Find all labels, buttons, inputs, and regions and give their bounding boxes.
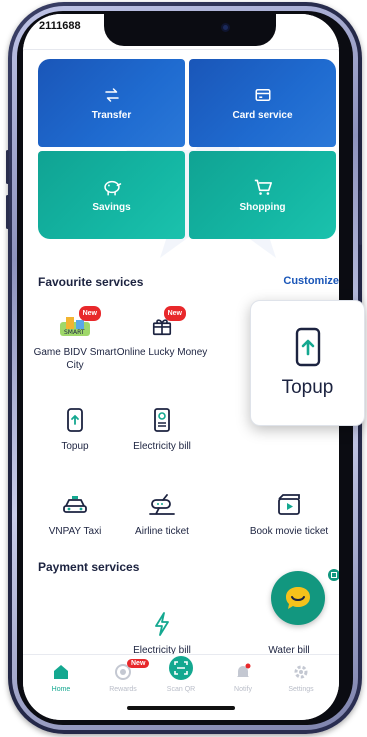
power-button — [359, 190, 362, 245]
service-lucky-money[interactable]: New Online Lucky Money — [112, 306, 212, 359]
nav-settings[interactable]: Settings — [271, 661, 331, 693]
service-label: VNPAY Taxi — [48, 526, 102, 537]
transfer-label: Transfer — [91, 109, 132, 121]
topup-highlight-card[interactable]: Topup — [250, 300, 365, 426]
rewards-icon: New — [93, 659, 153, 683]
smart-city-icon: SMART New — [25, 306, 125, 342]
savings-tile[interactable]: Savings — [38, 151, 185, 239]
chat-support-button[interactable] — [271, 571, 325, 625]
service-game-bidv[interactable]: SMART New Game BIDV Smart City — [25, 306, 125, 372]
nav-home[interactable]: Home — [31, 661, 91, 693]
bell-icon — [213, 661, 273, 683]
account-number: 2111688 — [39, 20, 81, 32]
volume-up-button — [6, 150, 9, 184]
volume-down-button — [6, 195, 9, 229]
svg-text:SMART: SMART — [64, 329, 85, 336]
home-indicator — [127, 706, 235, 710]
card-service-label: Card service — [232, 109, 293, 121]
transfer-tile[interactable]: Transfer — [38, 59, 185, 147]
service-movie[interactable]: Book movie ticket — [239, 489, 339, 538]
service-taxi[interactable]: VNPAY Taxi — [25, 489, 125, 538]
nav-scan-qr[interactable]: Scan QR — [151, 653, 211, 693]
nav-settings-label: Settings — [288, 686, 314, 693]
nav-scan-label: Scan QR — [166, 686, 196, 693]
gear-icon — [271, 661, 331, 683]
card-icon — [255, 88, 270, 101]
home-icon — [31, 661, 91, 683]
airplane-icon — [112, 489, 212, 521]
phone-notch — [104, 14, 276, 46]
savings-label: Savings — [92, 201, 131, 213]
nav-home-label: Home — [51, 686, 71, 693]
nav-notify[interactable]: Notify — [213, 661, 273, 693]
nav-notify-label: Notify — [234, 686, 252, 693]
service-label: Game BIDV Smart City — [33, 347, 117, 371]
payment-title: Payment services — [38, 560, 140, 574]
nav-rewards-label: Rewards — [109, 686, 137, 693]
topup-card-label: Topup — [281, 377, 334, 398]
movie-icon — [239, 489, 339, 521]
customize-link[interactable]: Customize — [283, 275, 339, 287]
scan-slot — [151, 653, 211, 683]
gift-icon: New — [112, 306, 212, 342]
service-electricity[interactable]: Electricity bill — [112, 404, 212, 453]
chat-close-icon[interactable] — [328, 569, 339, 581]
piggy-bank-icon — [103, 180, 121, 195]
shopping-label: Shopping — [239, 201, 286, 213]
rewards-new-badge: New — [127, 659, 150, 668]
service-airline[interactable]: Airline ticket — [112, 489, 212, 538]
taxi-icon — [25, 489, 125, 521]
scan-qr-icon — [166, 653, 196, 683]
favourites-title: Favourite services — [38, 275, 144, 289]
new-badge: New — [78, 306, 101, 321]
cart-icon — [254, 179, 272, 195]
service-label: Book movie ticket — [249, 526, 329, 537]
bottom-nav: Home New Rewards Scan QR Notify Settings — [23, 653, 339, 720]
chat-bubble-icon — [286, 587, 310, 609]
service-label: Electricity bill — [133, 441, 191, 452]
electricity-bill-icon — [112, 404, 212, 436]
card-service-tile[interactable]: Card service — [189, 59, 336, 147]
service-label: Online Lucky Money — [116, 347, 208, 358]
new-badge: New — [163, 306, 186, 321]
shopping-tile[interactable]: Shopping — [189, 151, 336, 239]
service-topup[interactable]: Topup — [25, 404, 125, 453]
lightning-icon — [112, 608, 212, 640]
phone-topup-icon — [295, 327, 320, 367]
payment-electricity[interactable]: Electricity bill — [112, 608, 212, 657]
phone-topup-icon — [25, 404, 125, 436]
service-label: Topup — [61, 441, 89, 452]
transfer-icon — [104, 87, 119, 102]
service-label: Airline ticket — [135, 526, 189, 537]
front-camera-icon — [221, 23, 230, 32]
nav-rewards[interactable]: New Rewards — [93, 659, 153, 693]
